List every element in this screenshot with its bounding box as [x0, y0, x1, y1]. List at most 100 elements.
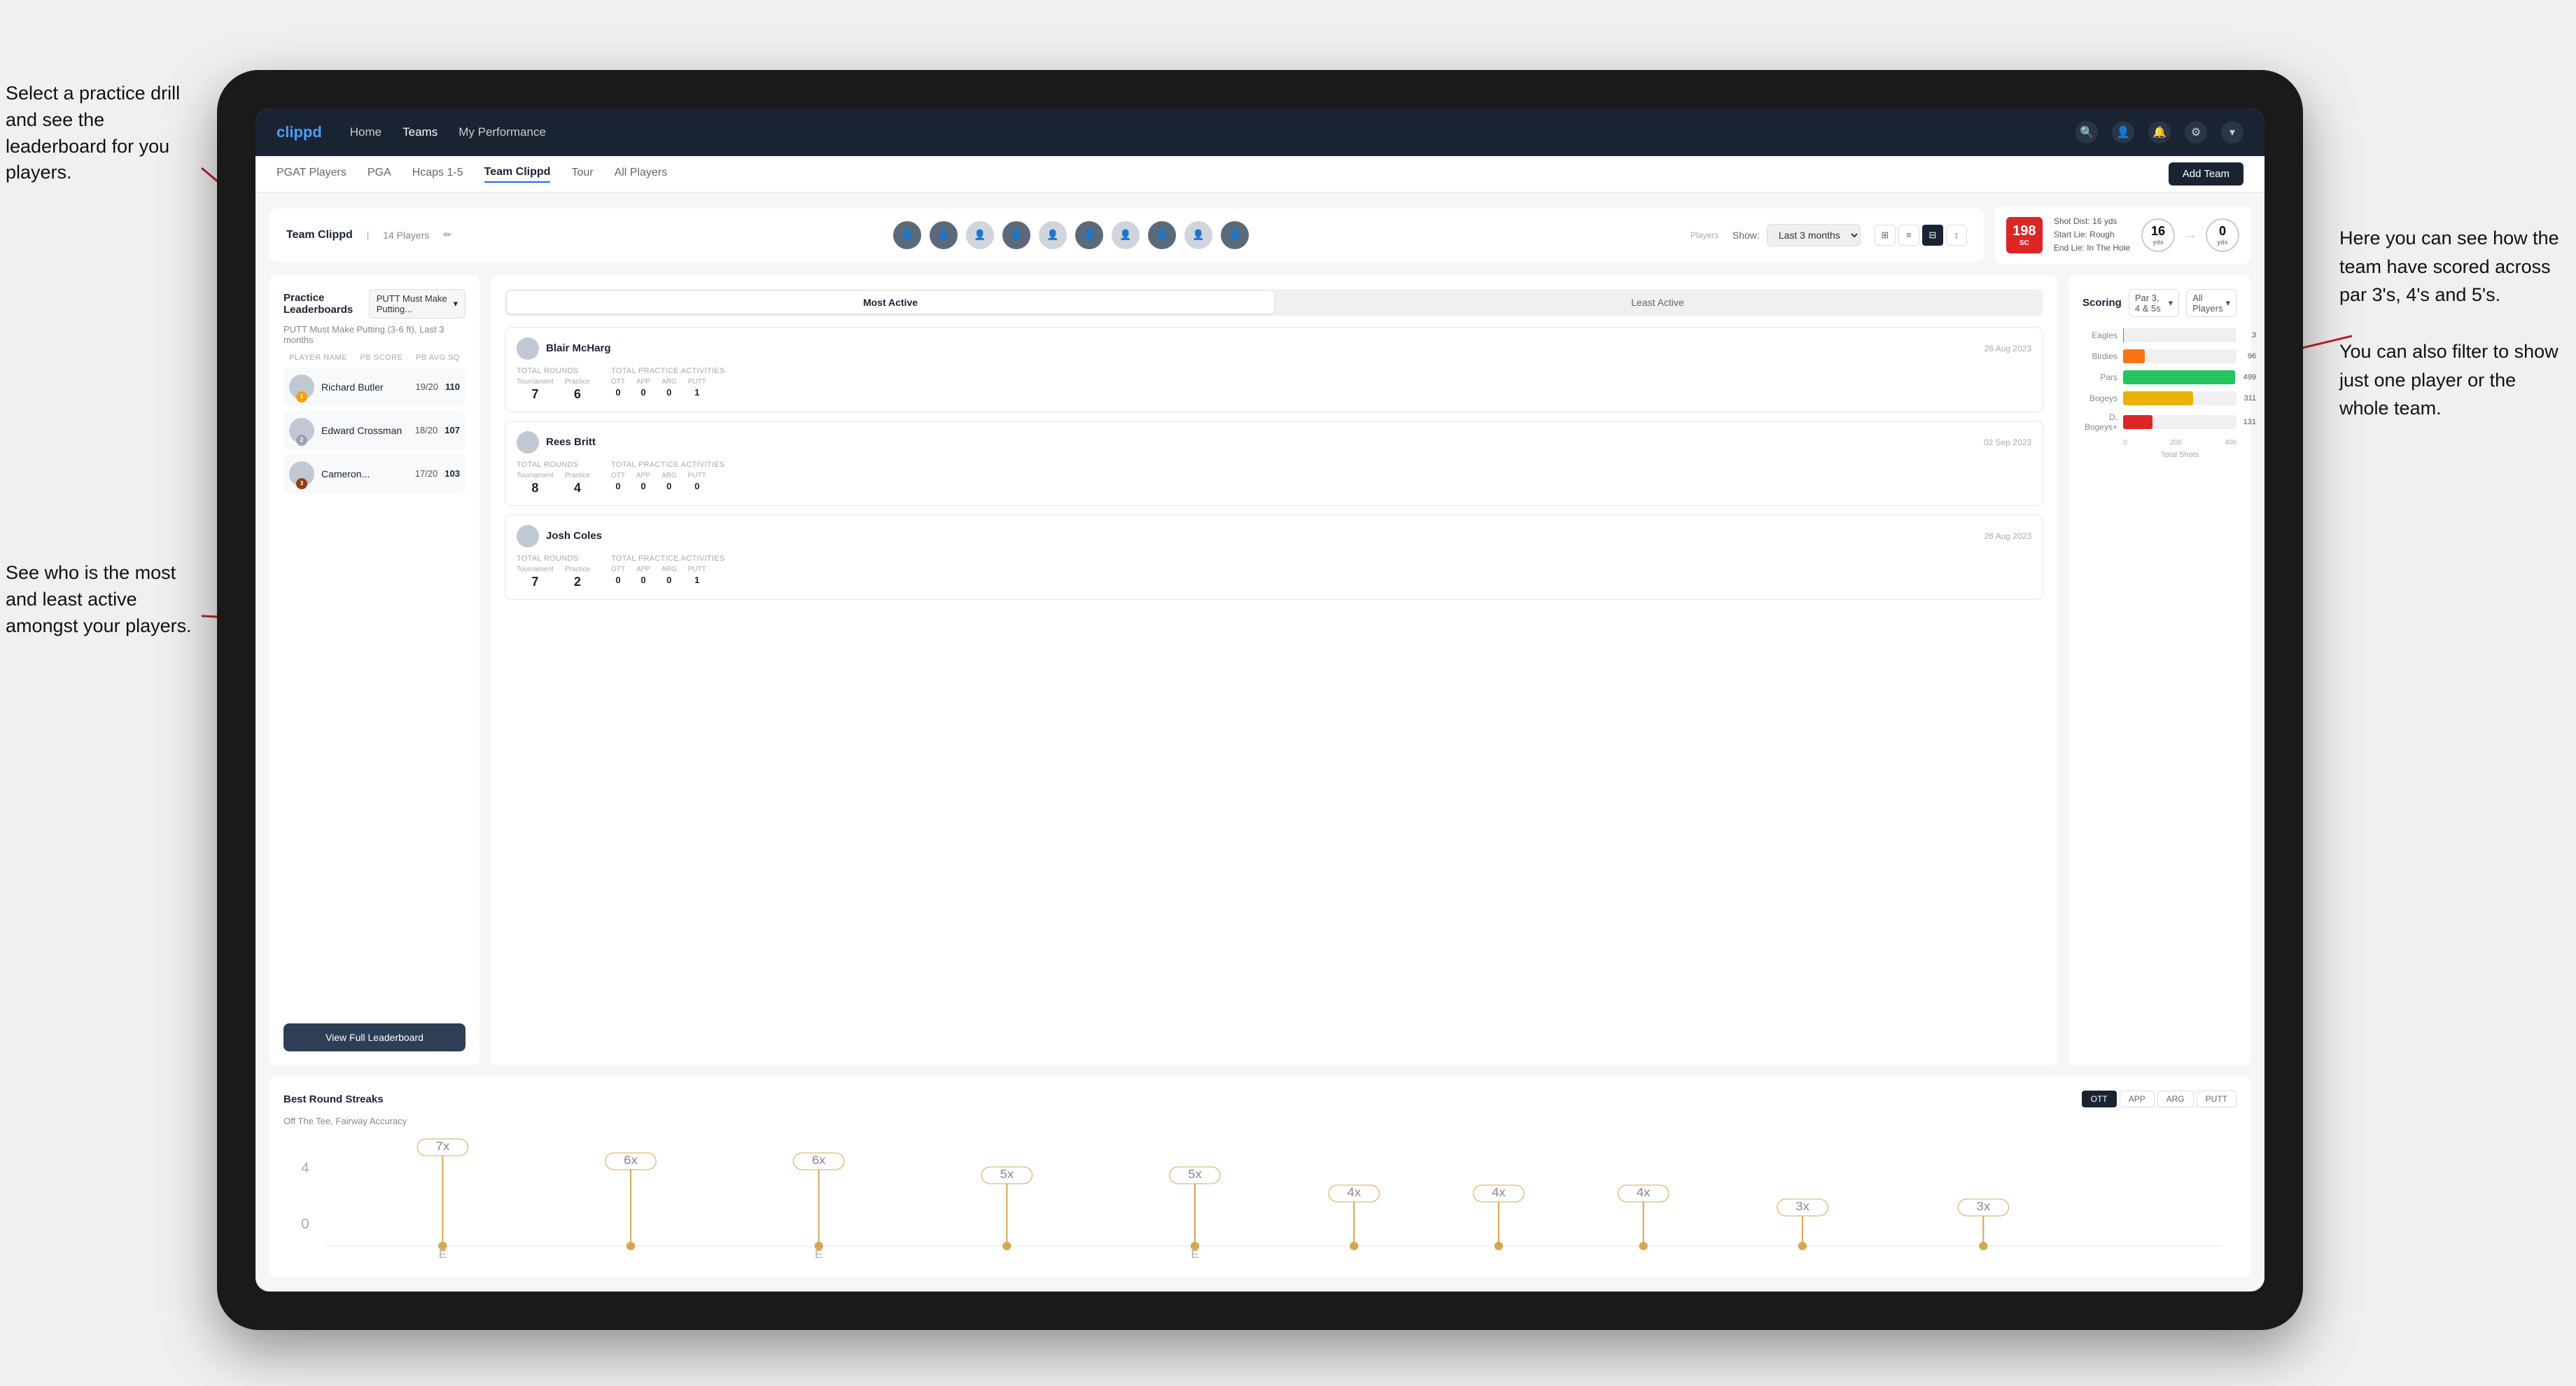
scoring-title: Scoring: [2082, 297, 2122, 309]
chart-label-birdies: Birdies: [2082, 351, 2118, 361]
player-activity-row-1: Blair McHarg 26 Aug 2023 Total Rounds To…: [505, 327, 2043, 412]
svg-text:6x: 6x: [812, 1152, 826, 1167]
view-full-leaderboard-button[interactable]: View Full Leaderboard: [284, 1023, 465, 1051]
players-label: Players: [1690, 230, 1718, 240]
streak-btn-ott[interactable]: OTT: [2082, 1091, 2117, 1107]
chart-bar-container-eagles: 3: [2123, 328, 2236, 342]
avatar: 👤: [1219, 220, 1250, 251]
streaks-header: Best Round Streaks OTT APP ARG PUTT: [284, 1091, 2236, 1107]
silver-badge: 2: [296, 435, 307, 446]
activity-tabs: Most Active Least Active: [505, 289, 2043, 316]
par-filter[interactable]: Par 3, 4 & 5s ▾: [2129, 289, 2179, 317]
tablet-screen: clippd Home Teams My Performance 🔍 👤 🔔 ⚙…: [255, 108, 2264, 1292]
avatar: 👤: [1001, 220, 1032, 251]
add-team-button[interactable]: Add Team: [2169, 162, 2244, 186]
lb-score-2: 18/20: [415, 425, 438, 435]
streak-btn-putt[interactable]: PUTT: [2197, 1091, 2236, 1107]
streak-btn-app[interactable]: APP: [2120, 1091, 2155, 1107]
pa-total-rounds-3: Total Rounds Tournament 7 Practice 2: [517, 554, 590, 589]
pa-total-rounds-1: Total Rounds Tournament 7 Practice 6: [517, 367, 590, 402]
subnav-all-players[interactable]: All Players: [615, 167, 668, 182]
bell-icon[interactable]: 🔔: [2148, 121, 2171, 144]
chart-row-pars: Pars 499: [2082, 370, 2236, 384]
tab-most-active[interactable]: Most Active: [507, 291, 1274, 314]
edit-icon[interactable]: ✏: [443, 229, 451, 241]
player-filter[interactable]: All Players ▾: [2186, 289, 2236, 317]
pa-name-3: Josh Coles: [546, 530, 1977, 542]
chart-row-eagles: Eagles 3: [2082, 328, 2236, 342]
avatar: 👤: [1147, 220, 1177, 251]
tab-least-active[interactable]: Least Active: [1274, 291, 2041, 314]
list-view-icon[interactable]: ≡: [1898, 225, 1919, 246]
annotation-right: Here you can see how the team have score…: [2339, 224, 2563, 423]
svg-text:4: 4: [301, 1161, 309, 1176]
settings-icon[interactable]: ⚙: [2185, 121, 2207, 144]
activity-card: Most Active Least Active Blair McHarg 26…: [491, 275, 2057, 1065]
shot-circle-1: 16 yds: [2141, 218, 2175, 252]
svg-text:7x: 7x: [436, 1138, 450, 1153]
nav-icons: 🔍 👤 🔔 ⚙ ▾: [2076, 121, 2244, 144]
shot-circles: 16 yds → 0 yds: [2141, 218, 2239, 252]
users-icon[interactable]: 👤: [2112, 121, 2134, 144]
sub-nav: PGAT Players PGA Hcaps 1-5 Team Clippd T…: [255, 156, 2264, 192]
tablet-frame: clippd Home Teams My Performance 🔍 👤 🔔 ⚙…: [217, 70, 2303, 1330]
scoring-card: Scoring Par 3, 4 & 5s ▾ All Players ▾: [2068, 275, 2250, 1065]
streaks-btns: OTT APP ARG PUTT: [2082, 1091, 2236, 1107]
streaks-chart-svg: 4 0 7x E 6x: [284, 1138, 2236, 1264]
search-icon[interactable]: 🔍: [2076, 121, 2098, 144]
svg-text:E: E: [1191, 1248, 1198, 1261]
pa-stats-3: Total Rounds Tournament 7 Practice 2: [517, 554, 2031, 589]
lb-score-3: 17/20: [415, 468, 438, 479]
svg-text:4x: 4x: [1637, 1184, 1651, 1199]
chevron-down-icon: ▾: [453, 298, 458, 309]
nav-my-performance[interactable]: My Performance: [458, 125, 546, 139]
subnav-tour[interactable]: Tour: [571, 167, 593, 182]
subnav-hcaps[interactable]: Hcaps 1-5: [412, 167, 463, 182]
subnav-pgat[interactable]: PGAT Players: [276, 167, 346, 182]
show-select[interactable]: Last 3 months: [1767, 224, 1861, 246]
streak-btn-arg[interactable]: ARG: [2157, 1091, 2194, 1107]
grid-view-icon[interactable]: ⊞: [1875, 225, 1896, 246]
chart-row-birdies: Birdies 96: [2082, 349, 2236, 363]
show-label: Show:: [1732, 230, 1760, 241]
streaks-chart: 4 0 7x E 6x: [284, 1138, 2236, 1264]
shot-details: Shot Dist: 16 yds Start Lie: Rough End L…: [2054, 215, 2130, 255]
svg-text:E: E: [815, 1248, 822, 1261]
chevron-down-icon: ▾: [2169, 298, 2174, 309]
lb-score-1: 19/20: [415, 382, 438, 392]
content-row: Practice Leaderboards PUTT Must Make Put…: [270, 275, 2250, 1065]
lb-row-3: 3 Cameron... 17/20 103: [284, 454, 465, 493]
view-icons: ⊞ ≡ ⊟ ↕: [1875, 225, 1967, 246]
lb-name-1: Richard Butler: [321, 382, 408, 393]
practice-leaderboard-card: Practice Leaderboards PUTT Must Make Put…: [270, 275, 479, 1065]
svg-text:6x: 6x: [624, 1152, 638, 1167]
pa-practice-activities-1: Total Practice Activities OTT 0 APP 0: [611, 367, 725, 402]
svg-text:4x: 4x: [1492, 1184, 1506, 1199]
nav-logo: clippd: [276, 123, 322, 141]
chart-bar-birdies: [2123, 349, 2145, 363]
team-count: 14 Players: [383, 230, 429, 241]
card-view-icon[interactable]: ⊟: [1922, 225, 1943, 246]
avatar: 👤: [1074, 220, 1105, 251]
table-view-icon[interactable]: ↕: [1946, 225, 1967, 246]
chart-bar-pars: [2123, 370, 2235, 384]
pa-practice-activities-3: Total Practice Activities OTT 0 APP 0: [611, 554, 725, 589]
nav-home[interactable]: Home: [350, 125, 382, 139]
svg-text:3x: 3x: [1977, 1198, 1991, 1213]
pa-stats-1: Total Rounds Tournament 7 Practice 6: [517, 367, 2031, 402]
drill-selector[interactable]: PUTT Must Make Putting... ▾: [369, 289, 465, 318]
nav-teams[interactable]: Teams: [402, 125, 438, 139]
pa-date-1: 26 Aug 2023: [1984, 344, 2031, 354]
avatar: 👤: [928, 220, 959, 251]
subnav-pga[interactable]: PGA: [368, 167, 391, 182]
pa-avatar-2: [517, 431, 539, 454]
chart-bar-container-bogeys: 311: [2123, 391, 2236, 405]
shot-info-card: 198 SC Shot Dist: 16 yds Start Lie: Roug…: [1995, 206, 2250, 264]
chart-label-bogeys: Bogeys: [2082, 393, 2118, 403]
subnav-team-clippd[interactable]: Team Clippd: [484, 166, 551, 183]
drill-subtitle: PUTT Must Make Putting (3-6 ft), Last 3 …: [284, 324, 465, 345]
svg-text:5x: 5x: [1000, 1166, 1014, 1181]
svg-text:3x: 3x: [1795, 1198, 1809, 1213]
profile-icon[interactable]: ▾: [2221, 121, 2244, 144]
player-activity-row-2: Rees Britt 02 Sep 2023 Total Rounds Tour…: [505, 421, 2043, 506]
